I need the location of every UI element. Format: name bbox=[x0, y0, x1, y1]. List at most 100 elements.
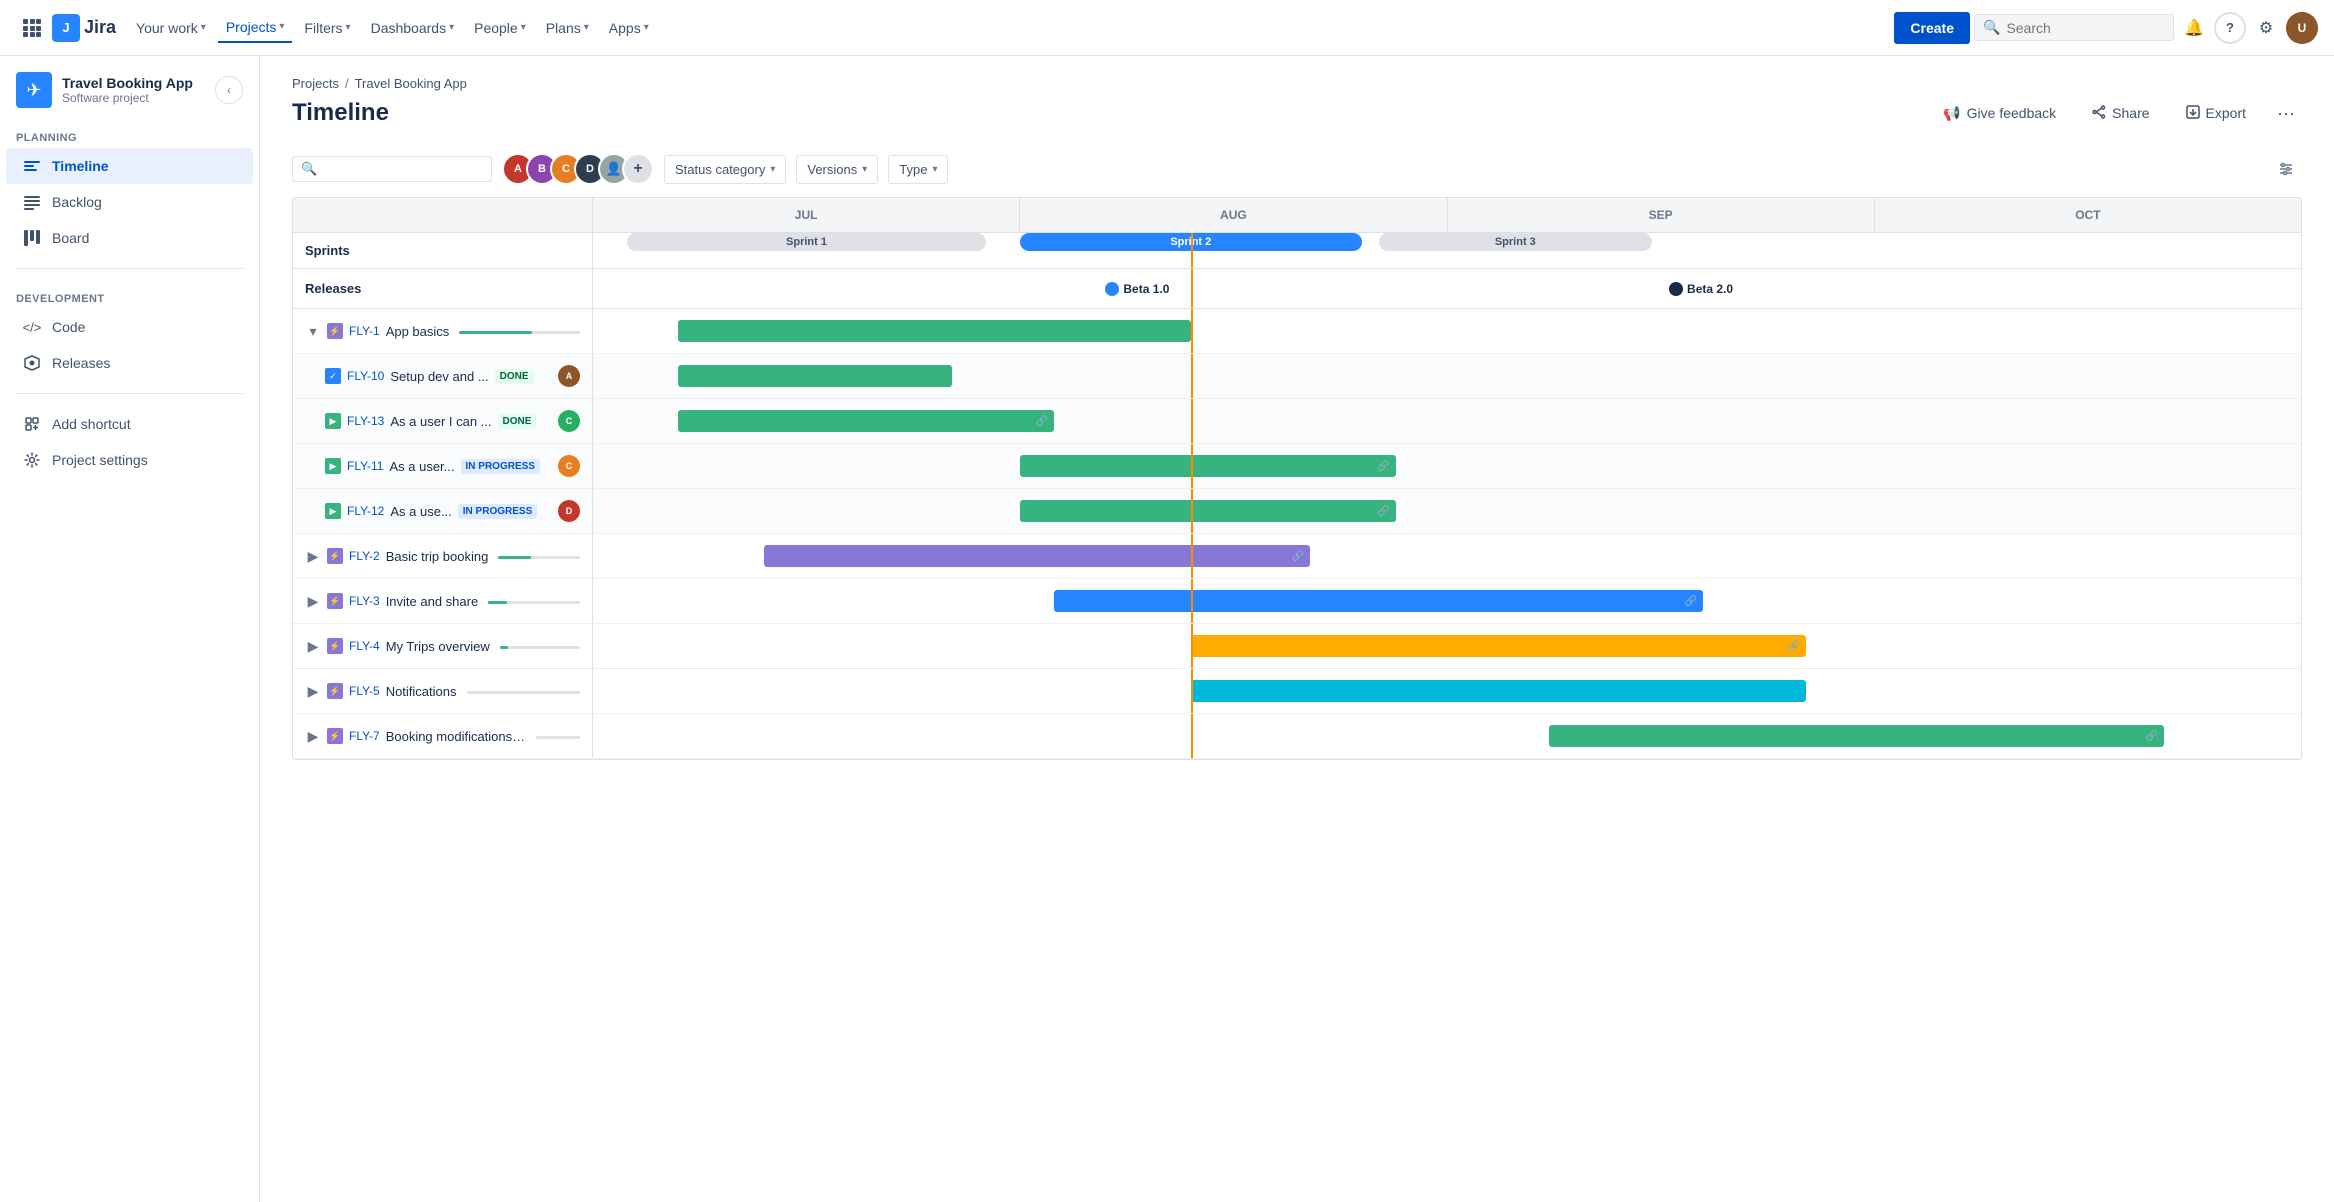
sidebar-item-timeline[interactable]: Timeline bbox=[6, 148, 253, 184]
settings-button[interactable]: ⚙ bbox=[2250, 12, 2282, 44]
fly-13-bar[interactable]: 🔗 bbox=[678, 410, 1054, 432]
help-button[interactable]: ? bbox=[2214, 12, 2246, 44]
fly-11-avatar: C bbox=[558, 455, 580, 477]
today-line-fly1 bbox=[1191, 309, 1193, 353]
releases-label: Releases bbox=[52, 355, 110, 371]
fly-4-name: My Trips overview bbox=[386, 639, 490, 654]
add-shortcut-label: Add shortcut bbox=[52, 416, 131, 432]
apps-menu[interactable]: Apps ▾ bbox=[601, 14, 657, 42]
fly-11-gantt: 🔗 bbox=[593, 444, 2301, 488]
fly-1-expand[interactable]: ▾ bbox=[305, 323, 321, 339]
fly-2-key[interactable]: FLY-2 bbox=[349, 549, 380, 563]
beta-1-marker[interactable]: Beta 1.0 bbox=[1105, 282, 1169, 296]
dashboards-menu[interactable]: Dashboards ▾ bbox=[363, 14, 463, 42]
sidebar-item-project-settings[interactable]: Project settings bbox=[6, 442, 253, 478]
fly-5-icon: ⚡ bbox=[327, 683, 343, 699]
fly-4-key[interactable]: FLY-4 bbox=[349, 639, 380, 653]
fly-1-icon: ⚡ bbox=[327, 323, 343, 339]
plans-chevron: ▾ bbox=[584, 22, 589, 33]
fly-4-gantt: 🔗 bbox=[593, 624, 2301, 668]
beta-2-marker[interactable]: Beta 2.0 bbox=[1669, 282, 1733, 296]
fly-2-icon: ⚡ bbox=[327, 548, 343, 564]
fly-12-key[interactable]: FLY-12 bbox=[347, 504, 384, 518]
user-avatar[interactable]: U bbox=[2286, 12, 2318, 44]
fly-12-link-icon: 🔗 bbox=[1377, 506, 1389, 517]
fly-5-key[interactable]: FLY-5 bbox=[349, 684, 380, 698]
share-button[interactable]: Share bbox=[2080, 99, 2161, 128]
fly-12-icon: ▶ bbox=[325, 503, 341, 519]
fly-11-key[interactable]: FLY-11 bbox=[347, 459, 383, 473]
view-settings-button[interactable] bbox=[2270, 153, 2302, 185]
people-menu[interactable]: People ▾ bbox=[466, 14, 534, 42]
project-name: Travel Booking App bbox=[62, 75, 205, 91]
grid-menu-button[interactable] bbox=[16, 12, 48, 44]
your-work-chevron: ▾ bbox=[201, 22, 206, 33]
fly-3-gantt: 🔗 bbox=[593, 579, 2301, 623]
avatar-filter-group[interactable]: A B C D 👤 + bbox=[502, 153, 654, 185]
projects-chevron: ▾ bbox=[279, 21, 284, 32]
sprint-2-bar[interactable]: Sprint 2 bbox=[1020, 233, 1362, 251]
fly-5-bar[interactable] bbox=[1191, 680, 1806, 702]
filter-search-icon: 🔍 bbox=[301, 161, 317, 177]
month-aug: AUG bbox=[1020, 198, 1447, 232]
filters-menu[interactable]: Filters ▾ bbox=[296, 14, 358, 42]
create-button[interactable]: Create bbox=[1894, 12, 1970, 44]
fly-4-bar[interactable]: 🔗 bbox=[1191, 635, 1806, 657]
your-work-menu[interactable]: Your work ▾ bbox=[128, 14, 214, 42]
fly-2-bar[interactable]: 🔗 bbox=[764, 545, 1311, 567]
fly-11-bar[interactable]: 🔗 bbox=[1020, 455, 1396, 477]
fly-7-expand[interactable]: ▶ bbox=[305, 728, 321, 744]
avatar-filter-add[interactable]: + bbox=[622, 153, 654, 185]
sidebar-collapse-button[interactable]: ‹ bbox=[215, 76, 243, 104]
fly-3-expand[interactable]: ▶ bbox=[305, 593, 321, 609]
add-shortcut-button[interactable]: Add shortcut bbox=[6, 406, 253, 442]
project-icon: ✈ bbox=[16, 72, 52, 108]
releases-row: Releases Beta 1.0 Beta 2.0 bbox=[293, 269, 2301, 309]
fly-2-expand[interactable]: ▶ bbox=[305, 548, 321, 564]
notifications-button[interactable]: 🔔 bbox=[2178, 12, 2210, 44]
fly-11-name: As a user... bbox=[389, 459, 454, 474]
filter-search-bar[interactable]: 🔍 bbox=[292, 156, 492, 182]
export-button[interactable]: Export bbox=[2174, 99, 2258, 128]
fly-10-key[interactable]: FLY-10 bbox=[347, 369, 384, 383]
fly-7-bar[interactable]: 🔗 bbox=[1549, 725, 2164, 747]
sprint-1-bar[interactable]: Sprint 1 bbox=[627, 233, 986, 251]
fly-1-key[interactable]: FLY-1 bbox=[349, 324, 380, 338]
fly-4-expand[interactable]: ▶ bbox=[305, 638, 321, 654]
fly-10-bar[interactable] bbox=[678, 365, 951, 387]
search-bar[interactable]: 🔍 Search bbox=[1974, 14, 2174, 41]
breadcrumb-projects[interactable]: Projects bbox=[292, 76, 339, 91]
breadcrumb-separator: / bbox=[345, 76, 349, 91]
filter-search-input[interactable] bbox=[323, 162, 443, 177]
project-type: Software project bbox=[62, 91, 205, 105]
jira-logo[interactable]: J Jira bbox=[52, 14, 116, 42]
search-input[interactable] bbox=[2006, 20, 2146, 36]
fly-12-avatar: D bbox=[558, 500, 580, 522]
sprint-3-bar[interactable]: Sprint 3 bbox=[1379, 233, 1652, 251]
versions-filter[interactable]: Versions ▾ bbox=[796, 155, 878, 184]
plans-menu[interactable]: Plans ▾ bbox=[538, 14, 597, 42]
fly-13-avatar: C bbox=[558, 410, 580, 432]
fly-7-key[interactable]: FLY-7 bbox=[349, 729, 380, 743]
apps-chevron: ▾ bbox=[644, 22, 649, 33]
breadcrumb-app[interactable]: Travel Booking App bbox=[355, 76, 467, 91]
sidebar-item-backlog[interactable]: Backlog bbox=[6, 184, 253, 220]
fly-5-expand[interactable]: ▶ bbox=[305, 683, 321, 699]
sidebar-item-releases[interactable]: Releases bbox=[6, 345, 253, 381]
fly-13-key[interactable]: FLY-13 bbox=[347, 414, 384, 428]
month-jul: JUL bbox=[593, 198, 1020, 232]
sidebar-item-board[interactable]: Board bbox=[6, 220, 253, 256]
more-actions-button[interactable]: ··· bbox=[2270, 97, 2302, 129]
status-category-filter[interactable]: Status category ▾ bbox=[664, 155, 786, 184]
type-filter[interactable]: Type ▾ bbox=[888, 155, 948, 184]
sidebar-item-code[interactable]: </> Code bbox=[6, 309, 253, 345]
fly-3-key[interactable]: FLY-3 bbox=[349, 594, 380, 608]
fly-13-link-icon: 🔗 bbox=[1036, 416, 1048, 427]
fly-3-bar[interactable]: 🔗 bbox=[1054, 590, 1703, 612]
breadcrumb: Projects / Travel Booking App bbox=[292, 76, 2302, 91]
give-feedback-button[interactable]: 📢 Give feedback bbox=[1931, 99, 2068, 128]
projects-menu[interactable]: Projects ▾ bbox=[218, 13, 293, 43]
fly-12-bar[interactable]: 🔗 bbox=[1020, 500, 1396, 522]
fly-13-name: As a user I can ... bbox=[390, 414, 491, 429]
fly-1-bar[interactable] bbox=[678, 320, 1190, 342]
